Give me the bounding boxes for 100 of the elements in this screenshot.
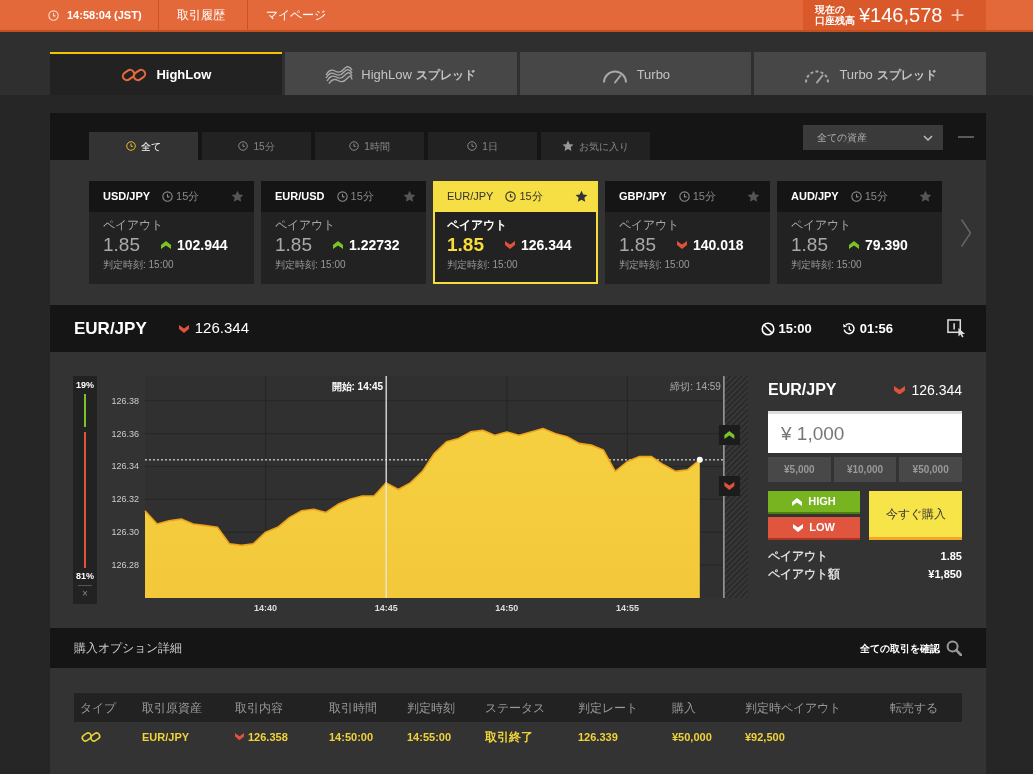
- duration-label: 15分: [176, 189, 200, 205]
- amount-input[interactable]: ¥ 1,000: [768, 411, 962, 453]
- y-axis-label: 126.34: [111, 461, 139, 472]
- table-cell: 14:55:00: [401, 722, 479, 752]
- payout-value: 1.85: [447, 233, 485, 257]
- asset-card[interactable]: EUR/USD 15分 ペイアウト 1.85 1.22732 判定時刻: 15:00: [261, 181, 426, 284]
- table-cell: 126.339: [572, 722, 666, 752]
- clock-icon: [349, 141, 360, 151]
- filter-tab[interactable]: 15分: [202, 132, 311, 160]
- up-chevron-icon[interactable]: [718, 425, 740, 445]
- clock-icon: [48, 9, 59, 21]
- column-header: 転売する: [884, 693, 962, 722]
- chevron-right-icon[interactable]: [960, 217, 972, 248]
- one-click-cursor-icon[interactable]: [947, 319, 966, 338]
- column-header: 判定時刻: [401, 693, 479, 722]
- low-button[interactable]: LOW: [768, 517, 860, 540]
- asset-pair: EUR/JPY: [74, 317, 147, 340]
- column-header: 取引内容: [229, 693, 323, 722]
- high-button[interactable]: HIGH: [768, 491, 860, 514]
- chevron-down-icon: [923, 134, 933, 141]
- summary-value: 1.85: [940, 549, 962, 564]
- clock-icon: [505, 191, 517, 202]
- rate-value: 140.018: [693, 236, 744, 254]
- high-percent: 19%: [76, 380, 94, 391]
- expiry-time: 判定時刻: 15:00: [619, 259, 691, 271]
- table-cell: ¥50,000: [666, 722, 739, 752]
- view-all-trades-link[interactable]: 全ての取引を確認: [860, 640, 962, 656]
- filter-tab[interactable]: お気に入り: [541, 132, 650, 160]
- product-tab[interactable]: Turbo スプレッド: [754, 52, 986, 95]
- rate-value: 126.344: [194, 318, 249, 339]
- expiry-time: 判定時刻: 15:00: [447, 259, 519, 271]
- current-point-icon: [696, 456, 703, 463]
- x-axis-label: 14:40: [254, 603, 278, 613]
- asset-card[interactable]: USD/JPY 15分 ペイアウト 1.85 102.944 判定時刻: 15:00: [89, 181, 254, 284]
- column-header: 判定レート: [572, 693, 666, 722]
- y-axis-label: 126.30: [111, 527, 139, 538]
- star-icon: [562, 140, 574, 152]
- down-chevron-icon[interactable]: [718, 476, 740, 496]
- clock-icon: [238, 141, 249, 151]
- x-axis-label: 14:55: [615, 603, 639, 613]
- product-tab[interactable]: HighLow: [50, 52, 282, 95]
- column-header: 判定時ペイアウト: [739, 693, 884, 722]
- start-time-label: 開始: 14:45: [331, 381, 384, 392]
- star-icon[interactable]: [575, 190, 588, 203]
- clock-icon: [336, 191, 348, 202]
- column-header: 取引原資産: [136, 693, 229, 722]
- up-chevron-icon: [792, 497, 803, 506]
- remaining-time: 01:56: [859, 319, 893, 338]
- clock-icon: [467, 141, 478, 151]
- product-tab[interactable]: Turbo: [519, 52, 752, 95]
- balance-amount: ¥146,578: [859, 3, 943, 27]
- table-cell: EUR/JPY: [136, 722, 229, 752]
- asset-card[interactable]: EUR/JPY 15分 ペイアウト 1.85 126.344 判定時刻: 15:00: [433, 181, 598, 284]
- filter-tab[interactable]: 1時間: [315, 132, 424, 160]
- product-tab[interactable]: HighLow スプレッド: [284, 52, 517, 95]
- clock-icon: [126, 141, 136, 151]
- asset-card[interactable]: AUD/JPY 15分 ペイアウト 1.85 79.390 判定時刻: 15:00: [777, 181, 942, 284]
- asset-pair: EUR/USD: [275, 189, 325, 205]
- asset-pair: EUR/JPY: [768, 380, 837, 400]
- asset-pair: USD/JPY: [103, 189, 151, 205]
- x-axis-label: 14:50: [495, 603, 519, 613]
- rate-value: 126.344: [521, 236, 572, 254]
- column-header: タイプ: [74, 693, 136, 722]
- add-funds-button[interactable]: +: [944, 3, 971, 27]
- star-icon[interactable]: [231, 190, 244, 203]
- column-header: ステータス: [479, 693, 572, 722]
- payout-value: 1.85: [619, 233, 657, 257]
- payout-value: 1.85: [791, 233, 829, 257]
- filter-tab[interactable]: 全て: [89, 132, 198, 160]
- asset-card[interactable]: GBP/JPY 15分 ペイアウト 1.85 140.018 判定時刻: 15:00: [605, 181, 770, 284]
- table-cell: 取引終了: [479, 722, 572, 752]
- low-percent: 81%: [76, 571, 94, 582]
- duration-label: 15分: [692, 189, 716, 205]
- amount-preset-button[interactable]: ¥5,000: [768, 457, 831, 482]
- filter-tab[interactable]: 1日: [428, 132, 537, 160]
- expiry-time: 判定時刻: 15:00: [103, 259, 175, 271]
- asset-pair: AUD/JPY: [791, 189, 839, 205]
- star-icon[interactable]: [403, 190, 416, 203]
- expiry-time: 判定時刻: 15:00: [275, 259, 347, 271]
- payout-label: ペイアウト: [791, 218, 852, 233]
- payout-label: ペイアウト: [619, 218, 680, 233]
- nav-link[interactable]: 取引履歴: [158, 0, 248, 30]
- amount-preset-button[interactable]: ¥50,000: [899, 457, 962, 482]
- y-axis-label: 126.28: [111, 560, 139, 571]
- asset-select[interactable]: 全ての資産: [803, 125, 943, 150]
- expiry-time: 判定時刻: 15:00: [791, 259, 863, 271]
- trade-rate: 126.358: [248, 729, 288, 745]
- x-axis-label: 14:45: [374, 603, 398, 613]
- summary-value: ¥1,850: [928, 567, 962, 582]
- star-icon[interactable]: [747, 190, 760, 203]
- balance-label: 現在の: [815, 4, 845, 15]
- wavy-lines-icon: [325, 65, 354, 84]
- buy-now-button[interactable]: 今すぐ購入: [869, 491, 962, 540]
- amount-preset-button[interactable]: ¥10,000: [833, 457, 897, 482]
- nav-link[interactable]: マイページ: [247, 0, 348, 30]
- star-icon[interactable]: [919, 190, 932, 203]
- balance-label: 口座残高: [815, 15, 855, 26]
- rate-value: 79.390: [865, 236, 908, 254]
- close-button[interactable]: ×: [78, 586, 92, 604]
- down-chevron-icon: [793, 523, 804, 532]
